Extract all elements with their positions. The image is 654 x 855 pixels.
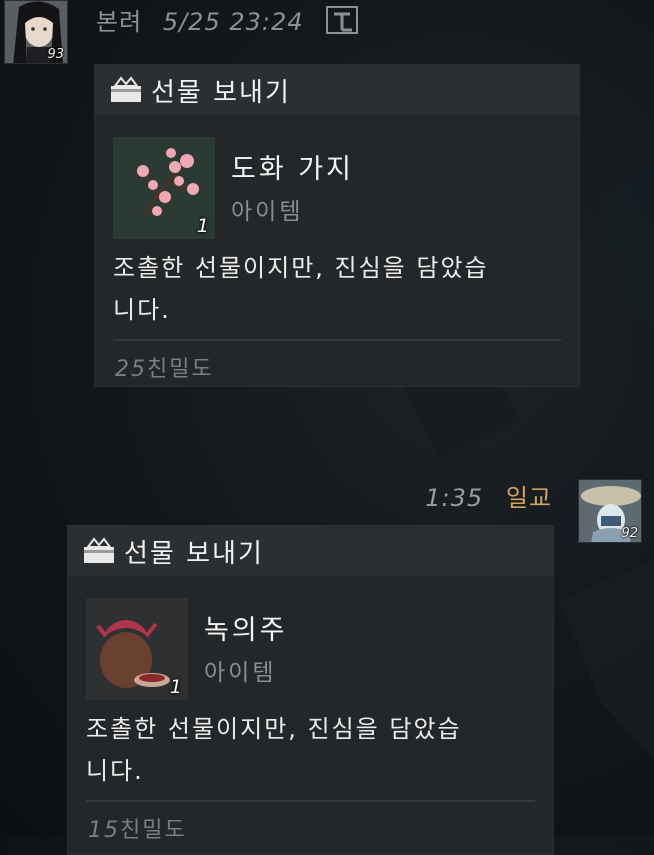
gift-box-icon <box>82 537 116 565</box>
affinity-value: 25 <box>115 357 147 382</box>
item-type: 아이템 <box>204 660 277 686</box>
message-time: 5/25 23:24 <box>162 8 304 36</box>
sender-level: 93 <box>47 47 64 62</box>
sender-name: 본려 <box>96 8 143 36</box>
description-line: 니다. <box>86 757 144 785</box>
item-row: 1 녹의주 아이템 <box>86 598 553 700</box>
description-line: 니다. <box>113 296 171 324</box>
message-time: 1:35 <box>425 484 484 512</box>
card-header: 선물 보내기 <box>95 65 579 115</box>
sender-avatar[interactable]: 92 <box>578 479 642 543</box>
item-quantity: 1 <box>169 676 182 698</box>
item-thumbnail[interactable]: 1 <box>113 137 215 239</box>
affinity-label: 친밀도 <box>120 818 187 843</box>
description-line: 조촐한 선물이지만, 진심을 담았습 <box>86 715 462 743</box>
item-quantity: 1 <box>196 215 209 237</box>
item-description: 조촐한 선물이지만, 진심을 담았습 니다. <box>86 708 535 802</box>
gift-card[interactable]: 선물 보내기 1 도화 가지 아이템 조촐한 선물이지만, 진심을 담았습 니다… <box>94 64 580 387</box>
affinity-value: 15 <box>88 818 120 843</box>
item-name: 녹의주 <box>204 615 288 646</box>
sender-name: 일교 <box>505 484 552 512</box>
card-header: 선물 보내기 <box>68 526 553 576</box>
description-line: 조촐한 선물이지만, 진심을 담았습 <box>113 254 489 282</box>
item-name: 도화 가지 <box>231 154 354 185</box>
item-description: 조촐한 선물이지만, 진심을 담았습 니다. <box>113 247 561 341</box>
affinity-reward: 15친밀도 <box>88 812 553 844</box>
affinity-reward: 25친밀도 <box>115 351 579 383</box>
item-type: 아이템 <box>231 199 304 225</box>
card-title: 선물 보내기 <box>151 77 291 108</box>
sender-avatar[interactable]: 93 <box>4 0 68 64</box>
message-meta: 1:35 일교 <box>425 478 552 513</box>
gift-card[interactable]: 선물 보내기 1 녹의주 아이템 조촐한 선물이지만, 진심을 담았습 니다. … <box>67 525 554 855</box>
message-meta: 본려 5/25 23:24 <box>96 2 359 40</box>
item-thumbnail[interactable]: 1 <box>86 598 188 700</box>
translate-icon[interactable] <box>326 6 359 40</box>
item-row: 1 도화 가지 아이템 <box>113 137 579 239</box>
gift-box-icon <box>109 76 143 104</box>
card-title: 선물 보내기 <box>124 538 264 569</box>
sender-level: 92 <box>621 526 638 541</box>
affinity-label: 친밀도 <box>147 357 214 382</box>
